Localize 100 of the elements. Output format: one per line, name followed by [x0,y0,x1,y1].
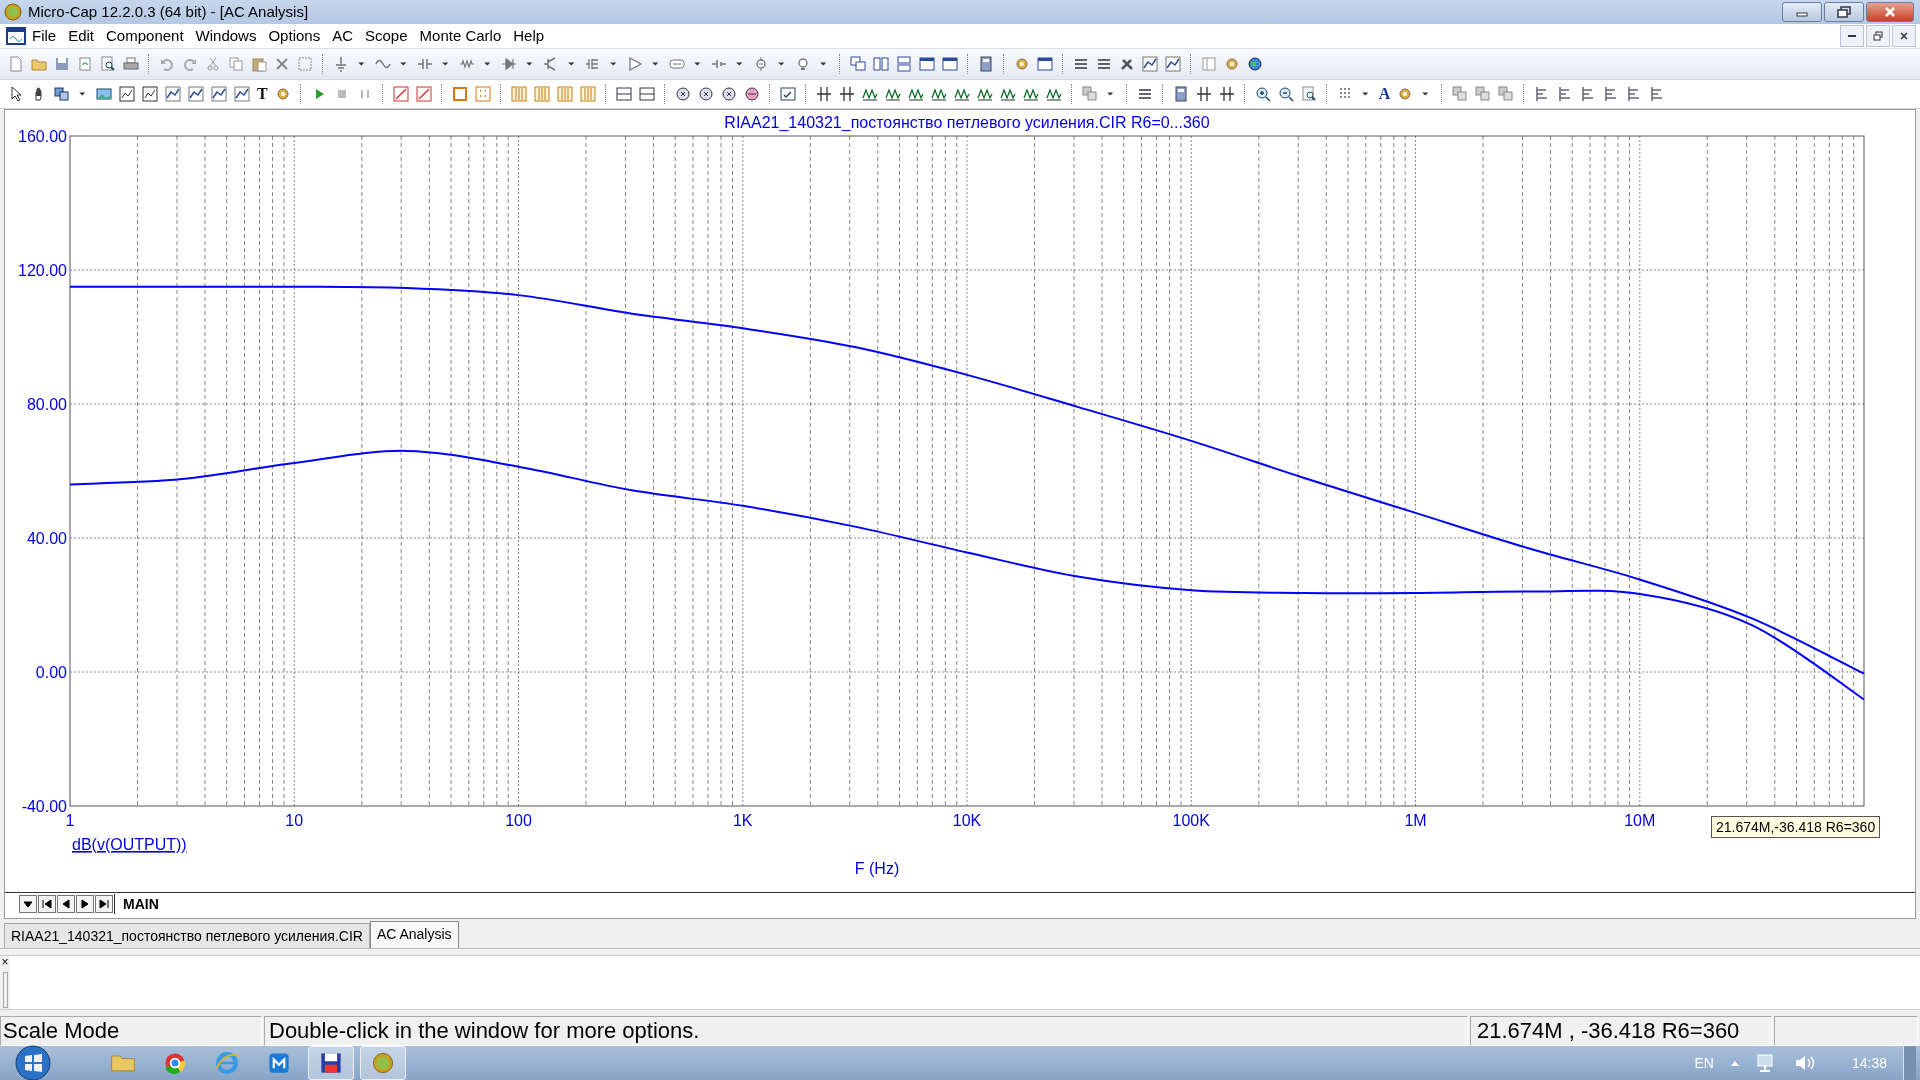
font-tool[interactable]: A [1378,84,1391,103]
square-frame-icon[interactable] [451,85,468,102]
document-window-icon[interactable] [6,26,26,45]
dropdown-button[interactable] [19,895,37,913]
mdi-minimize-button[interactable] [1840,24,1864,47]
menu-item[interactable]: Help [507,25,551,47]
split-horizontal-icon[interactable] [615,85,632,102]
gear-icon[interactable] [1224,55,1240,72]
caret-icon [23,899,33,909]
letter-x-circle-icon[interactable] [674,85,691,102]
trace-label[interactable]: dB(v(OUTPUT)) [72,836,187,853]
cursor-lines-icon[interactable] [1195,85,1212,102]
menu-item[interactable]: Edit [62,25,101,47]
prev-button[interactable] [57,895,75,913]
minimize-button[interactable] [1782,1,1822,22]
cursor-lines-icon[interactable] [815,85,832,102]
chart-icon[interactable] [211,85,227,102]
table-check-icon[interactable] [779,85,796,102]
circle-source-icon[interactable] [753,55,769,72]
gear-icon[interactable] [1014,55,1030,72]
zoom-out-icon[interactable] [1277,85,1294,102]
calculator-icon[interactable] [978,55,994,72]
magnifier-icon[interactable] [1300,85,1317,102]
window-icon[interactable] [1037,55,1053,72]
graph-frame-icon[interactable] [119,85,135,102]
x-tick-label: 1 [65,812,75,829]
slope-line-icon[interactable] [392,85,409,102]
menu-item[interactable]: Windows [189,25,263,47]
globe-icon[interactable] [1247,55,1263,72]
gear-icon[interactable] [274,85,291,102]
split-horizontal-icon[interactable] [638,85,655,102]
stacked-squares-icon[interactable] [1452,85,1469,102]
close-pane-button[interactable]: × [1,956,9,968]
horizontal-tiles-icon[interactable] [896,55,912,72]
slope-line-icon[interactable] [415,85,432,102]
letter-x-circle-icon[interactable] [720,85,737,102]
mode-status: Scale Mode [0,1016,262,1046]
stacked-squares-icon[interactable] [1475,85,1492,102]
cursor-lines-icon[interactable] [838,85,855,102]
x-axis-label: F (Hz) [854,860,900,877]
cascade-windows-icon[interactable] [850,55,866,72]
magnifier-icon[interactable] [100,55,116,72]
menu-item[interactable]: Component [100,25,190,47]
y-tick-label: -40.00 [21,798,67,815]
pane-grip[interactable] [2,972,8,1008]
clipboard-icon[interactable] [251,55,267,72]
graph-frame-icon[interactable] [142,85,158,102]
document-tab[interactable]: AC Analysis [369,921,459,948]
skip-start-icon [42,899,52,909]
left-arrow-icon [61,899,71,909]
chart-icon[interactable] [1165,55,1181,72]
right-arrow-icon [80,899,90,909]
menu-item[interactable]: Scope [359,25,414,47]
x-tick-label: 10K [952,812,982,829]
menu-item[interactable]: Options [262,25,327,47]
arrow-pointer-icon[interactable] [8,85,24,102]
ground-symbol-icon[interactable] [333,55,349,72]
x-tick-label: 1M [1404,812,1427,829]
next-button[interactable] [76,895,94,913]
vertical-tiles-icon[interactable] [873,55,889,72]
menu-item[interactable]: Monte Carlo [413,25,508,47]
x-tick-label: 1K [732,812,753,829]
window-icon[interactable] [919,55,935,72]
chart-icon[interactable] [188,85,204,102]
calculator-icon[interactable] [1172,85,1189,102]
stacked-squares-icon[interactable] [1498,85,1515,102]
skip-end-icon [99,899,109,909]
dotted-grid-icon[interactable] [474,85,491,102]
lightbulb-icon[interactable] [795,55,811,72]
diode-icon[interactable] [501,55,517,72]
amplifier-triangle-icon[interactable] [627,55,643,72]
printer-icon[interactable] [123,55,139,72]
last-button[interactable] [95,895,113,913]
close-button[interactable] [1866,1,1914,22]
blocks-icon[interactable] [54,85,70,102]
mdi-close-button[interactable] [1892,24,1916,47]
cross-icon[interactable] [274,55,290,72]
landscape-image-icon[interactable] [96,85,112,102]
gear-icon[interactable] [1397,85,1414,102]
chart-title: RIAA21_140321_постоянство петлевого усиления.CIR R6=0...360 [724,114,1210,131]
striped-circle-icon[interactable] [743,85,760,102]
chart-icon[interactable] [234,85,250,102]
window-icon[interactable] [942,55,958,72]
text-tool[interactable]: T [257,84,268,103]
menu-item[interactable]: File [26,25,63,47]
chart-icon[interactable] [1142,55,1158,72]
app-logo-icon [4,2,22,21]
restore-button[interactable] [1824,1,1864,22]
zoom-in-icon[interactable] [1254,85,1271,102]
letter-x-circle-icon[interactable] [697,85,714,102]
first-button[interactable] [38,895,56,913]
taskbar-app[interactable] [308,1046,354,1080]
chart-icon[interactable] [165,85,181,102]
menu-item[interactable]: AC [326,25,359,47]
y-tick-label: 160.00 [18,128,67,145]
document-tab[interactable]: RIAA21_140321_постоянство петлевого усиления.CIR [4,923,370,948]
cursor-lines-icon[interactable] [1218,85,1235,102]
stacked-squares-icon[interactable] [1081,85,1098,102]
ring-globe-icon [213,1049,241,1077]
x-tick-label: 10 [285,812,304,829]
